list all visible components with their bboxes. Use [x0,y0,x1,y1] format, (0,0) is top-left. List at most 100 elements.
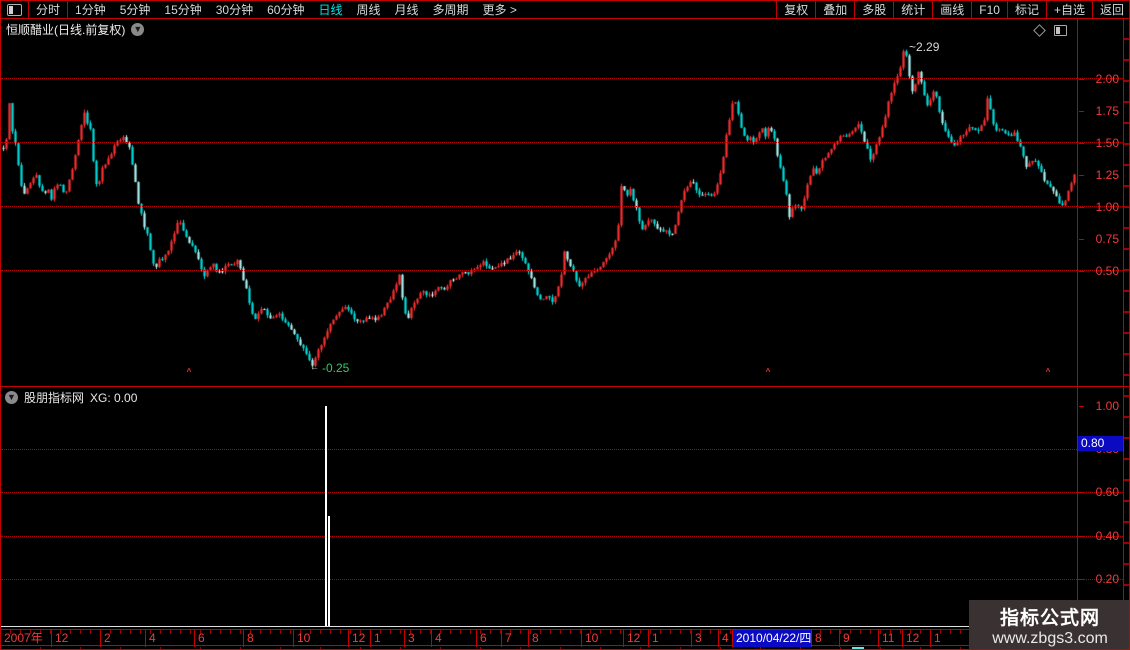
axis-border-left [1077,19,1078,646]
low-annotation-arrow-icon: ← [310,362,319,372]
time-axis-cell: 6 [194,630,243,647]
toolbar-item-5min[interactable]: 5分钟 [113,1,158,18]
price-axis-label: 1.00 [1095,200,1119,214]
price-axis-tick [1079,111,1084,112]
time-axis-cell: 4 [718,630,732,647]
time-axis-cell: 9 [839,630,878,647]
split-pane-button[interactable] [1,1,29,18]
toolbar-item-weekly[interactable]: 周线 [349,1,387,18]
toolbar-item-f10[interactable]: F10 [971,1,1007,18]
main-gridline [1,78,1123,79]
time-axis-cell: 8 [243,630,293,647]
toolbar-item-multi-period[interactable]: 多周期 [426,1,476,18]
toolbar-item-fenshi[interactable]: 分时 [29,1,69,18]
time-axis-cell: 1 [370,630,404,647]
price-axis-tick [1079,239,1084,240]
time-axis-cell: 12 [348,630,370,647]
indicator-axis-tick [1079,579,1084,580]
watermark: 指标公式网 www.zbgs3.com [969,600,1129,649]
indicator-dropdown-icon[interactable]: ▼ [5,391,18,404]
main-gridline [1,142,1123,143]
ex-dividend-marker: ^ [186,367,192,376]
action-button-group: 复权 叠加 多股 统计 画线 F10 标记 +自选 返回 [776,1,1129,18]
time-axis-cell: 6 [476,630,501,647]
main-gridline [1,206,1123,207]
ex-dividend-marker: ^ [765,367,771,376]
price-axis-tick [1079,207,1084,208]
price-axis-label: 2.00 [1095,72,1119,86]
main-gridline [1,270,1123,271]
indicator-axis-label: 0.40 [1095,529,1119,543]
chart-title: 恒顺醋业(日线.前复权) [6,23,126,37]
time-axis-cell: 3 [691,630,718,647]
indicator-axis-label: 1.00 [1095,399,1119,413]
price-axis-label: 1.75 [1095,104,1119,118]
low-price-annotation: -0.25 [322,361,350,375]
diamond-icon[interactable] [1033,24,1046,37]
time-axis-cell: 2 [100,630,145,647]
toolbar-item-60min[interactable]: 60分钟 [260,1,311,18]
indicator-gridline [1,449,1123,450]
time-axis-cell: 10 [293,630,348,647]
time-axis-cell: 12 [902,630,930,647]
toolbar-item-more[interactable]: 更多 > [476,1,524,18]
time-axis-cell: 12 [623,630,648,647]
toolbar-item-monthly[interactable]: 月线 [388,1,426,18]
toolbar-item-daily[interactable]: 日线 [311,1,349,18]
price-axis-tick [1079,175,1084,176]
toolbar-item-overlay[interactable]: 叠加 [815,1,854,18]
time-axis-cell: 1 [648,630,691,647]
price-axis-label: 0.75 [1095,232,1119,246]
toolbar-item-30min[interactable]: 30分钟 [209,1,260,18]
title-dropdown-icon[interactable]: ▼ [131,23,145,36]
indicator-panel-header: ▼ 股朋指标网 XG: 0.00 [5,389,137,406]
time-axis-cell: 8 [811,630,839,647]
time-axis-date-highlight: 2010/04/22/四 [732,630,811,647]
high-price-annotation: ~2.29 [909,40,940,54]
price-axis-tick [1079,79,1084,80]
indicator-axis-tick [1079,406,1084,407]
toolbar-item-back[interactable]: 返回 [1091,1,1129,18]
toolbar-item-draw-line[interactable]: 画线 [932,1,971,18]
toolbar-item-15min[interactable]: 15分钟 [157,1,208,18]
indicator-gridline [1,579,1123,580]
xg-signal-bar [328,516,330,626]
time-axis-cell: 1 [930,630,970,647]
price-axis-label: 0.50 [1095,264,1119,278]
toolbar-item-stats[interactable]: 统计 [893,1,932,18]
layout-icon[interactable] [1054,25,1067,36]
time-axis-cell: 8 [528,630,581,647]
toolbar-item-multi-stock[interactable]: 多股 [854,1,893,18]
time-axis[interactable]: 2007年 12 2 4 6 8 10 12 1 3 4 6 7 8 10 12 1 3 4 2010/04/22/四… [1,629,1129,647]
indicator-axis-label: 0.60 [1095,485,1119,499]
indicator-axis-label: 0.20 [1095,572,1119,586]
time-axis-cell: 10 [581,630,623,647]
ex-dividend-marker: ^ [1045,367,1051,376]
price-axis-tick [1079,143,1084,144]
toolbar-item-adjust[interactable]: 复权 [776,1,815,18]
right-tick-strip [1123,19,1129,646]
indicator-gridline [1,492,1123,493]
indicator-axis-tick [1079,492,1084,493]
price-axis-label: 1.50 [1095,136,1119,150]
time-axis-cell: 2007年 [4,631,43,645]
time-axis-cell: 4 [431,630,476,647]
chart-titlebar: 恒顺醋业(日线.前复权) ▼ [1,20,1077,39]
time-axis-cell: 11 [878,630,902,647]
top-toolbar: 分时 1分钟 5分钟 15分钟 30分钟 60分钟 日线 周线 月线 多周期 更多 > 复权 叠加 多股… [1,1,1129,19]
time-axis-cell: 7 [501,630,528,647]
candlestick-chart[interactable] [1,39,1077,386]
trading-app-window: 分时 1分钟 5分钟 15分钟 30分钟 60分钟 日线 周线 月线 多周期 更多 > 复权 叠加 多股… [0,0,1130,650]
panel-divider[interactable] [1,386,1129,387]
watermark-title: 指标公式网 [999,608,1100,629]
chart-corner-tools [1033,24,1067,37]
price-axis-label: 1.25 [1095,168,1119,182]
toolbar-item-mark[interactable]: 标记 [1006,1,1046,18]
indicator-gridline [1,536,1123,537]
toolbar-item-1min[interactable]: 1分钟 [68,1,113,18]
toolbar-item-add-watchlist[interactable]: +自选 [1045,1,1092,18]
time-axis-cell: 4 [145,630,194,647]
time-axis-cell: 12 [51,630,100,647]
indicator-name: 股朋指标网 [24,391,85,405]
indicator-axis-tick [1079,536,1084,537]
